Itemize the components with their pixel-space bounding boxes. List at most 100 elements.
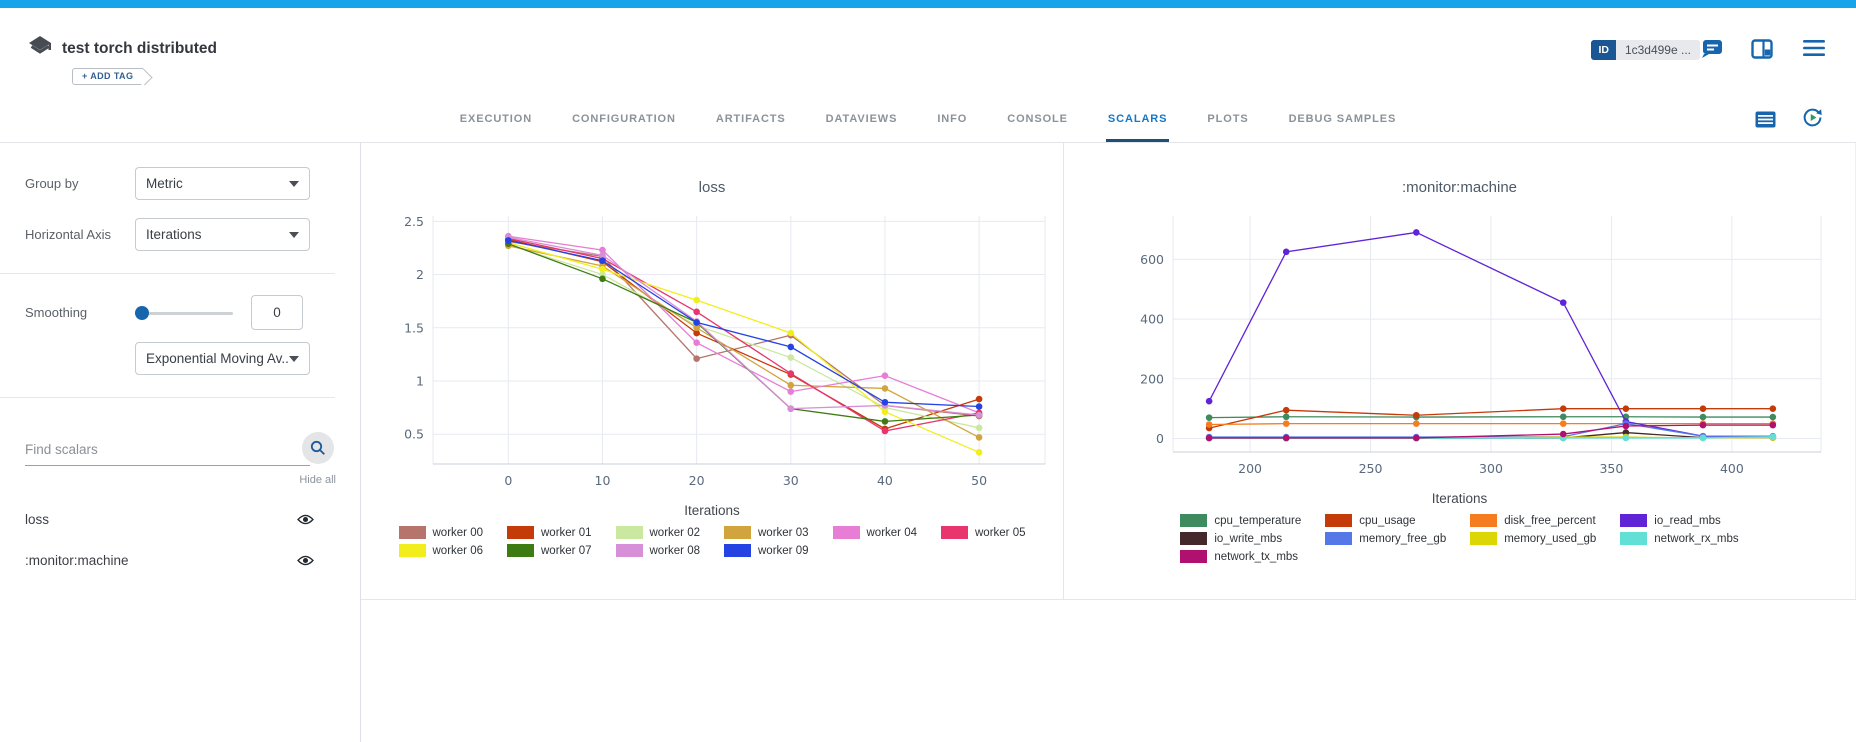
legend-item[interactable]: memory_used_gb xyxy=(1470,532,1596,545)
top-accent-bar xyxy=(0,0,1856,8)
legend-swatch xyxy=(724,526,751,539)
legend-item[interactable]: worker 04 xyxy=(833,526,918,539)
comment-icon[interactable] xyxy=(1701,39,1723,64)
svg-text:0.5: 0.5 xyxy=(404,427,424,442)
svg-text:1: 1 xyxy=(416,373,424,388)
legend-label: cpu_usage xyxy=(1359,515,1415,527)
tab-dataviews[interactable]: DATAVIEWS xyxy=(824,113,900,142)
eye-icon[interactable] xyxy=(297,513,314,526)
legend-item[interactable]: io_write_mbs xyxy=(1180,532,1301,545)
experiment-id[interactable]: ID 1c3d499e ... xyxy=(1591,40,1700,60)
tab-scalars[interactable]: SCALARS xyxy=(1106,113,1169,142)
legend-item[interactable]: cpu_usage xyxy=(1325,514,1446,527)
svg-text:20: 20 xyxy=(689,473,705,488)
tab-debug-samples[interactable]: DEBUG SAMPLES xyxy=(1287,113,1399,142)
legend-item[interactable]: worker 03 xyxy=(724,526,809,539)
group-by-select[interactable]: Metric xyxy=(135,167,310,200)
legend-item[interactable]: worker 00 xyxy=(399,526,484,539)
legend-item[interactable]: io_read_mbs xyxy=(1620,514,1738,527)
legend-swatch xyxy=(1180,550,1207,563)
eye-icon[interactable] xyxy=(297,554,314,567)
legend-label: worker 07 xyxy=(541,545,592,557)
legend-item[interactable]: cpu_temperature xyxy=(1180,514,1301,527)
legend-swatch xyxy=(399,544,426,557)
chart-svg[interactable]: 2002503003504000200400600 xyxy=(1075,208,1845,484)
legend-label: worker 02 xyxy=(650,527,701,539)
search-input[interactable] xyxy=(25,438,310,466)
svg-text:1.5: 1.5 xyxy=(404,320,424,335)
legend-swatch xyxy=(507,526,534,539)
tab-execution[interactable]: EXECUTION xyxy=(458,113,534,142)
table-view-icon[interactable] xyxy=(1755,111,1776,133)
legend-label: memory_free_gb xyxy=(1359,533,1446,545)
smoothing-label: Smoothing xyxy=(25,305,135,320)
legend-label: memory_used_gb xyxy=(1504,533,1596,545)
hide-all-button[interactable]: Hide all xyxy=(25,474,336,486)
legend-label: cpu_temperature xyxy=(1214,515,1301,527)
auto-refresh-icon[interactable] xyxy=(1802,107,1823,133)
horizontal-axis-select[interactable]: Iterations xyxy=(135,218,310,251)
svg-text:2.5: 2.5 xyxy=(404,214,424,229)
search-button[interactable] xyxy=(302,432,334,464)
legend-swatch xyxy=(616,544,643,557)
legend-swatch xyxy=(1470,514,1497,527)
legend-item[interactable]: disk_free_percent xyxy=(1470,514,1596,527)
legend-label: worker 06 xyxy=(433,545,484,557)
scalar-row: loss xyxy=(25,512,310,527)
smoothing-slider[interactable] xyxy=(135,306,233,320)
divider xyxy=(0,273,335,274)
legend-label: worker 09 xyxy=(758,545,809,557)
chart-legend: cpu_temperature cpu_usage disk_free_percen… xyxy=(1180,514,1738,563)
tab-info[interactable]: INFO xyxy=(935,113,969,142)
legend-item[interactable]: memory_free_gb xyxy=(1325,532,1446,545)
add-tag-button[interactable]: + ADD TAG xyxy=(72,68,143,85)
chart-canvas[interactable]: 2002503003504000200400600 xyxy=(1075,208,1845,489)
legend-swatch xyxy=(833,526,860,539)
tab-artifacts[interactable]: ARTIFACTS xyxy=(714,113,788,142)
legend-item[interactable]: worker 08 xyxy=(616,544,701,557)
legend-swatch xyxy=(1470,532,1497,545)
chart-canvas[interactable]: 010203040500.511.522.5 xyxy=(367,208,1057,501)
legend-swatch xyxy=(507,544,534,557)
svg-text:40: 40 xyxy=(877,473,893,488)
legend-item[interactable]: worker 06 xyxy=(399,544,484,557)
legend-item[interactable]: network_rx_mbs xyxy=(1620,532,1738,545)
legend-item[interactable]: worker 05 xyxy=(941,526,1026,539)
slider-knob[interactable] xyxy=(135,306,149,320)
layout-icon[interactable] xyxy=(1751,39,1773,64)
legend-label: network_tx_mbs xyxy=(1214,551,1298,563)
svg-text:300: 300 xyxy=(1479,461,1503,476)
tab-configuration[interactable]: CONFIGURATION xyxy=(570,113,678,142)
legend-item[interactable]: worker 09 xyxy=(724,544,809,557)
chart-svg[interactable]: 010203040500.511.522.5 xyxy=(367,208,1057,496)
chart-title: loss xyxy=(699,179,726,196)
legend-label: worker 04 xyxy=(867,527,918,539)
smoothing-value-input[interactable] xyxy=(251,295,303,330)
svg-text:600: 600 xyxy=(1140,252,1164,267)
chart-legend: worker 00 worker 01 worker 02 worker 03 work… xyxy=(399,526,1026,557)
legend-swatch xyxy=(1180,514,1207,527)
menu-icon[interactable] xyxy=(1802,39,1826,62)
legend-item[interactable]: network_tx_mbs xyxy=(1180,550,1301,563)
tab-plots[interactable]: PLOTS xyxy=(1205,113,1250,142)
svg-text:350: 350 xyxy=(1599,461,1623,476)
svg-text:50: 50 xyxy=(971,473,987,488)
group-by-label: Group by xyxy=(25,176,135,191)
legend-item[interactable]: worker 02 xyxy=(616,526,701,539)
smoothing-algorithm-select[interactable]: Exponential Moving Av... xyxy=(135,342,310,375)
legend-label: network_rx_mbs xyxy=(1654,533,1738,545)
scalar-name: :monitor:machine xyxy=(25,553,129,568)
svg-text:400: 400 xyxy=(1719,461,1743,476)
svg-text:200: 200 xyxy=(1140,371,1164,386)
tab-console[interactable]: CONSOLE xyxy=(1005,113,1070,142)
tab-list: EXECUTION CONFIGURATION ARTIFACTS DATAVIEWS… xyxy=(0,113,1856,142)
legend-item[interactable]: worker 01 xyxy=(507,526,592,539)
scalar-row: :monitor:machine xyxy=(25,553,310,568)
slider-track[interactable] xyxy=(135,312,233,315)
scalar-name: loss xyxy=(25,512,49,527)
legend-item[interactable]: worker 07 xyxy=(507,544,592,557)
chevron-down-icon xyxy=(289,356,299,362)
svg-text:0: 0 xyxy=(1156,431,1164,446)
legend-label: worker 00 xyxy=(433,527,484,539)
svg-text:200: 200 xyxy=(1238,461,1262,476)
